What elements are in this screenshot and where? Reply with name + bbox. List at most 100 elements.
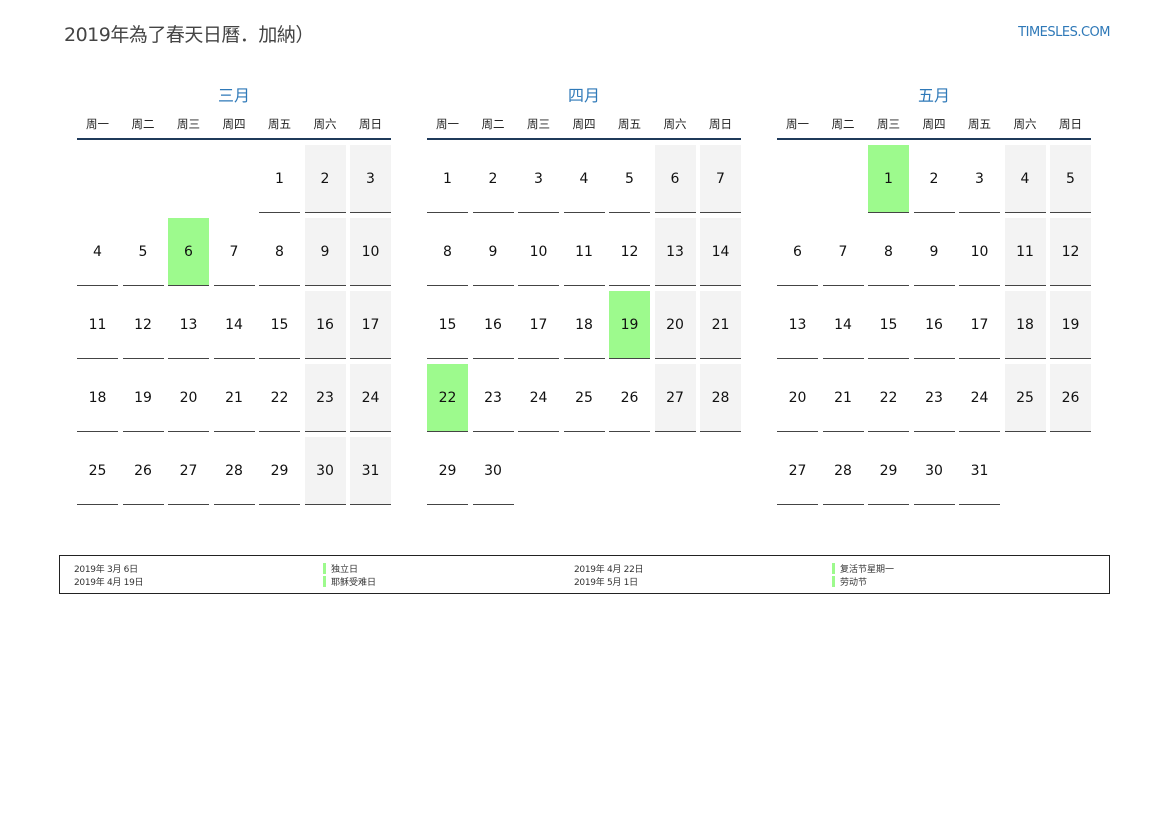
weekday-label: 周三 (527, 117, 550, 131)
legend-date: 2019年 4月 19日 (74, 578, 144, 588)
day-cell: 14 (822, 291, 864, 359)
legend-date: 2019年 4月 22日 (574, 565, 644, 575)
day-cell: 18 (77, 364, 118, 432)
weekday-label: 周一 (786, 117, 809, 131)
day-cell: 27 (654, 364, 696, 432)
day-cell: 8 (259, 218, 300, 286)
day-cell: 29 (427, 437, 468, 505)
day-cell: 17 (518, 291, 559, 359)
day-cell: 26 (1050, 364, 1091, 432)
legend-name: 劳动节 (832, 575, 867, 588)
day-cell: 31 (350, 437, 391, 505)
day-cell: 10 (518, 218, 559, 286)
day-cell: 22 (259, 364, 300, 432)
month-title: 五月 (917, 86, 950, 105)
legend-name-text: 耶稣受难日 (331, 578, 377, 588)
weekday-label: 周五 (618, 117, 641, 131)
weekday-label: 周五 (968, 117, 991, 131)
empty-day-cell (123, 145, 164, 213)
day-cell: 1 (259, 145, 300, 213)
day-cell: 13 (168, 291, 209, 359)
day-grid: 1 2 3 4 5 6 7 8 9 10 11 12 13 14 15 16 17 18 19 20 21 22 23 24 2… (777, 145, 1091, 505)
day-cell: 7 (213, 218, 255, 286)
day-cell: 16 (304, 291, 346, 359)
day-cell: 7 (700, 145, 741, 213)
day-cell: 8 (427, 218, 468, 286)
holiday-color-marker (323, 563, 326, 574)
day-cell: 5 (1050, 145, 1091, 213)
empty-day-cell (823, 145, 864, 213)
empty-day-cell (168, 145, 209, 213)
day-cell: 3 (350, 145, 391, 213)
weekday-label: 周五 (268, 117, 291, 131)
weekday-label: 周六 (313, 117, 337, 131)
legend-date: 2019年 5月 1日 (574, 578, 638, 588)
day-cell: 13 (777, 291, 818, 359)
day-cell: 1 (427, 145, 468, 213)
weekday-label: 周二 (131, 117, 155, 131)
day-cell: 25 (563, 364, 605, 432)
holiday-day-cell: 1 (868, 145, 909, 213)
legend-name-text: 独立日 (331, 565, 359, 575)
month-title: 三月 (217, 86, 250, 105)
day-cell: 23 (472, 364, 514, 432)
empty-day-cell (77, 145, 118, 213)
day-cell: 19 (122, 364, 164, 432)
weekday-label: 周一 (436, 117, 459, 131)
month-title: 四月 (567, 86, 600, 105)
day-cell: 13 (654, 218, 696, 286)
day-cell: 21 (822, 364, 864, 432)
weekday-label: 周四 (572, 117, 596, 131)
day-cell: 22 (868, 364, 909, 432)
site-link[interactable]: TIMESLES.COM (1018, 25, 1110, 40)
day-cell: 15 (868, 291, 909, 359)
day-cell: 2 (304, 145, 346, 213)
month-march: 三月 周一 周二 周三 周四 周五 周六 周日 1 2 3 4 5 6 7 8 9 10 11 12 13 14 15 1… (77, 84, 391, 505)
day-cell: 14 (700, 218, 741, 286)
day-cell: 6 (777, 218, 818, 286)
day-cell: 25 (1004, 364, 1046, 432)
day-cell: 2 (913, 145, 955, 213)
day-cell: 4 (1004, 145, 1046, 213)
legend-name: 独立日 (323, 562, 358, 575)
day-cell: 4 (77, 218, 118, 286)
day-cell: 10 (959, 218, 1000, 286)
day-cell: 7 (822, 218, 864, 286)
day-cell: 24 (518, 364, 559, 432)
day-cell: 3 (518, 145, 559, 213)
day-cell: 5 (122, 218, 164, 286)
weekday-label: 周六 (663, 117, 687, 131)
weekday-label: 周三 (877, 117, 900, 131)
weekday-label: 周一 (86, 117, 109, 131)
day-cell: 15 (427, 291, 468, 359)
month-may: 五月 周一 周二 周三 周四 周五 周六 周日 1 2 3 4 5 6 7 8 9 10 11 12 13 14 15 1… (777, 84, 1091, 505)
holiday-day-cell: 6 (168, 218, 209, 286)
empty-day-cell (214, 145, 255, 213)
day-cell: 10 (350, 218, 391, 286)
weekday-label: 周日 (359, 117, 382, 131)
holiday-day-cell: 22 (427, 364, 468, 432)
legend-name-text: 复活节星期一 (840, 565, 895, 575)
day-cell: 11 (1004, 218, 1046, 286)
holiday-legend: 2019年 3月 6日 独立日 2019年 4月 19日 耶稣受难日 2019年… (59, 555, 1110, 594)
day-cell: 9 (913, 218, 955, 286)
day-cell: 6 (654, 145, 696, 213)
day-cell: 4 (563, 145, 605, 213)
day-cell: 14 (213, 291, 255, 359)
day-cell: 30 (913, 437, 955, 505)
day-cell: 11 (563, 218, 605, 286)
day-cell: 28 (822, 437, 864, 505)
day-cell: 12 (1050, 218, 1091, 286)
empty-day-cell (777, 145, 818, 213)
weekday-label: 周二 (481, 117, 505, 131)
day-cell: 21 (213, 364, 255, 432)
day-cell: 23 (913, 364, 955, 432)
day-cell: 23 (304, 364, 346, 432)
day-cell: 27 (777, 437, 818, 505)
day-cell: 9 (472, 218, 514, 286)
day-cell: 9 (304, 218, 346, 286)
day-cell: 8 (868, 218, 909, 286)
page-title: 2019年為了春天日曆．加納） (64, 24, 314, 46)
day-cell: 16 (913, 291, 955, 359)
day-cell: 28 (700, 364, 741, 432)
